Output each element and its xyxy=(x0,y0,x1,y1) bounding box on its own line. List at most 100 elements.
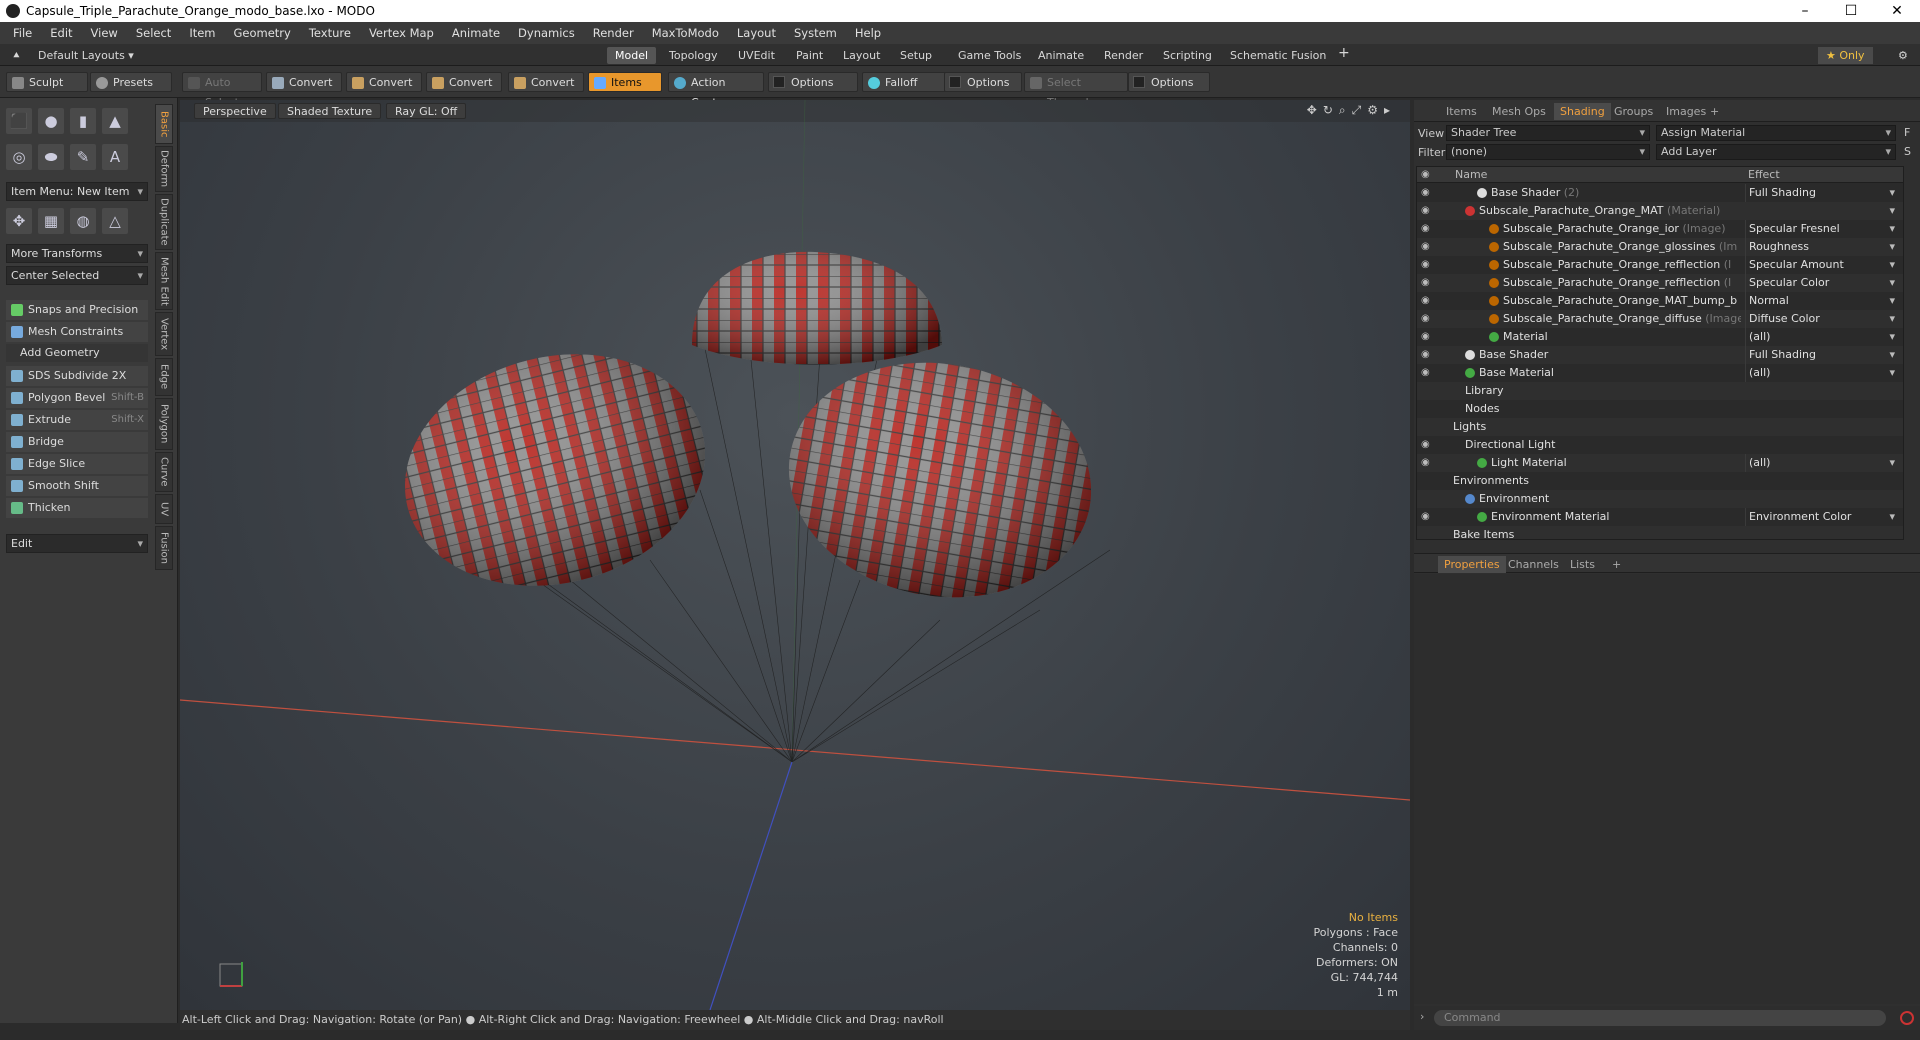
falloff-button[interactable]: Falloff xyxy=(862,72,946,92)
options-checkbox[interactable] xyxy=(949,76,961,88)
convert-polygon-button[interactable]: Convert xyxy=(426,72,502,92)
torus-icon[interactable]: ◎ xyxy=(6,144,32,170)
menu-system[interactable]: System xyxy=(785,26,846,40)
layout-up-icon[interactable]: ⯅ xyxy=(4,47,29,64)
text-icon[interactable]: A xyxy=(102,144,128,170)
menu-view[interactable]: View xyxy=(82,26,127,40)
add-geometry-header[interactable]: Add Geometry xyxy=(6,344,148,362)
vtab-polygon[interactable]: Polygon xyxy=(155,398,173,450)
convert-item-button[interactable]: Convert xyxy=(508,72,584,92)
maximize-button[interactable]: ☐ xyxy=(1828,0,1874,22)
tree-item-effect[interactable]: (all) xyxy=(1745,364,1897,382)
layout-preset-dropdown[interactable]: Default Layouts ▾ xyxy=(30,47,142,64)
menu-item[interactable]: Item xyxy=(180,26,224,40)
tree-item-effect[interactable]: Roughness xyxy=(1745,238,1897,256)
add-tab-button[interactable]: + xyxy=(1330,45,1358,62)
options-button-1[interactable]: Options xyxy=(768,72,858,92)
tree-row[interactable]: Environment xyxy=(1417,490,1903,508)
tab-topology[interactable]: Topology xyxy=(661,47,726,64)
tree-row[interactable]: ◉ Subscale_Parachute_Orange_refflection (… xyxy=(1417,256,1903,274)
options-button-3[interactable]: Options xyxy=(1128,72,1210,92)
convert-vertex-button[interactable]: Convert xyxy=(266,72,342,92)
tree-row[interactable]: ◉ Subscale_Parachute_Orange_ior (Image) Sp… xyxy=(1417,220,1903,238)
globe-icon[interactable]: ◍ xyxy=(70,208,96,234)
visibility-eye-icon[interactable]: ◉ xyxy=(1421,242,1433,252)
tree-row[interactable]: Lights xyxy=(1417,418,1903,436)
filter-dropdown[interactable]: (none) xyxy=(1446,144,1650,160)
tree-row[interactable]: ◉ Base Shader Full Shading xyxy=(1417,346,1903,364)
options-checkbox[interactable] xyxy=(773,76,785,88)
tree-item-effect[interactable]: Full Shading xyxy=(1745,346,1897,364)
sphere-icon[interactable]: ● xyxy=(38,108,64,134)
smooth-shift-button[interactable]: Smooth Shift xyxy=(6,476,148,496)
bridge-button[interactable]: Bridge xyxy=(6,432,148,452)
select-through-button[interactable]: Select Through xyxy=(1024,72,1128,109)
menu-render[interactable]: Render xyxy=(584,26,643,40)
tab-uvedit[interactable]: UVEdit xyxy=(730,47,783,64)
assign-material-button[interactable]: Assign Material xyxy=(1656,125,1896,141)
tree-item-effect[interactable]: Environment Color xyxy=(1745,508,1897,526)
visibility-eye-icon[interactable]: ◉ xyxy=(1421,440,1433,450)
tree-row[interactable]: ◉ Material (all) xyxy=(1417,328,1903,346)
tab-animate[interactable]: Animate xyxy=(1030,47,1092,64)
tree-item-effect[interactable]: Specular Color xyxy=(1745,274,1897,292)
vtab-basic[interactable]: Basic xyxy=(155,104,173,144)
tab-lists[interactable]: Lists xyxy=(1564,556,1601,573)
visibility-eye-icon[interactable]: ◉ xyxy=(1421,512,1433,522)
tab-scripting[interactable]: Scripting xyxy=(1155,47,1220,64)
menu-file[interactable]: File xyxy=(4,26,41,40)
polygon-bevel-button[interactable]: Polygon Bevel Shift-B xyxy=(6,388,148,408)
tab-channels[interactable]: Channels xyxy=(1502,556,1565,573)
sculpt-button[interactable]: Sculpt xyxy=(6,72,88,92)
tab-game-tools[interactable]: Game Tools xyxy=(950,47,1029,64)
thicken-button[interactable]: Thicken xyxy=(6,498,148,518)
add-panel-tab[interactable]: + xyxy=(1704,103,1725,120)
vtab-mesh-edit[interactable]: Mesh Edit xyxy=(155,252,173,310)
cube-icon[interactable]: ⬛ xyxy=(6,108,32,134)
visibility-eye-icon[interactable]: ◉ xyxy=(1421,332,1433,342)
items-mode-button[interactable]: Items xyxy=(588,72,662,92)
tab-paint[interactable]: Paint xyxy=(788,47,831,64)
action-center-button[interactable]: Action Center xyxy=(668,72,764,109)
edge-slice-button[interactable]: Edge Slice xyxy=(6,454,148,474)
minimize-button[interactable]: – xyxy=(1782,0,1828,22)
close-button[interactable]: ✕ xyxy=(1874,0,1920,22)
presets-button[interactable]: Presets F6 xyxy=(90,72,172,109)
visibility-eye-icon[interactable]: ◉ xyxy=(1421,278,1433,288)
gear-icon[interactable]: ⚙ xyxy=(1890,47,1916,64)
vtab-vertex[interactable]: Vertex xyxy=(155,312,173,356)
menu-dynamics[interactable]: Dynamics xyxy=(509,26,584,40)
tree-item-effect[interactable]: Specular Amount xyxy=(1745,256,1897,274)
view-dropdown[interactable]: Shader Tree xyxy=(1446,125,1650,141)
pyramid-icon[interactable]: △ xyxy=(102,208,128,234)
tab-items[interactable]: Items xyxy=(1440,103,1483,120)
tree-item-effect[interactable]: (all) xyxy=(1745,328,1897,346)
tree-item-effect[interactable]: Diffuse Color xyxy=(1745,310,1897,328)
s-key-button[interactable]: S xyxy=(1904,145,1911,158)
menu-layout[interactable]: Layout xyxy=(728,26,785,40)
tree-row[interactable]: Environments xyxy=(1417,472,1903,490)
visibility-eye-icon[interactable]: ◉ xyxy=(1421,368,1433,378)
command-input[interactable]: Command xyxy=(1434,1010,1886,1026)
3d-viewport[interactable]: Perspective Shaded Texture Ray GL: Off ✥… xyxy=(180,100,1410,1010)
vtab-deform[interactable]: Deform xyxy=(155,146,173,192)
tab-groups[interactable]: Groups xyxy=(1608,103,1659,120)
snaps-precision-button[interactable]: Snaps and Precision xyxy=(6,300,148,320)
tree-row[interactable]: ◉ Subscale_Parachute_Orange_refflection (… xyxy=(1417,274,1903,292)
visibility-eye-icon[interactable]: ◉ xyxy=(1421,260,1433,270)
tree-row[interactable]: ◉ Directional Light xyxy=(1417,436,1903,454)
tab-mesh-ops[interactable]: Mesh Ops xyxy=(1486,103,1552,120)
menu-texture[interactable]: Texture xyxy=(300,26,360,40)
tree-row[interactable]: ◉ Subscale_Parachute_Orange_MAT (Material… xyxy=(1417,202,1903,220)
capsule-icon[interactable]: ⬬ xyxy=(38,144,64,170)
tree-row[interactable]: ◉ Light Material (all) xyxy=(1417,454,1903,472)
grid-icon[interactable]: ▦ xyxy=(38,208,64,234)
f-key-button[interactable]: F xyxy=(1904,126,1910,139)
sds-subdivide-button[interactable]: SDS Subdivide 2X xyxy=(6,366,148,386)
menu-select[interactable]: Select xyxy=(127,26,180,40)
column-name[interactable]: Name xyxy=(1455,168,1487,181)
tree-row[interactable]: ◉ Base Shader (2) Full Shading xyxy=(1417,184,1903,202)
visibility-eye-icon[interactable]: ◉ xyxy=(1421,314,1433,324)
tab-layout[interactable]: Layout xyxy=(835,47,888,64)
tab-model[interactable]: Model xyxy=(607,47,657,64)
